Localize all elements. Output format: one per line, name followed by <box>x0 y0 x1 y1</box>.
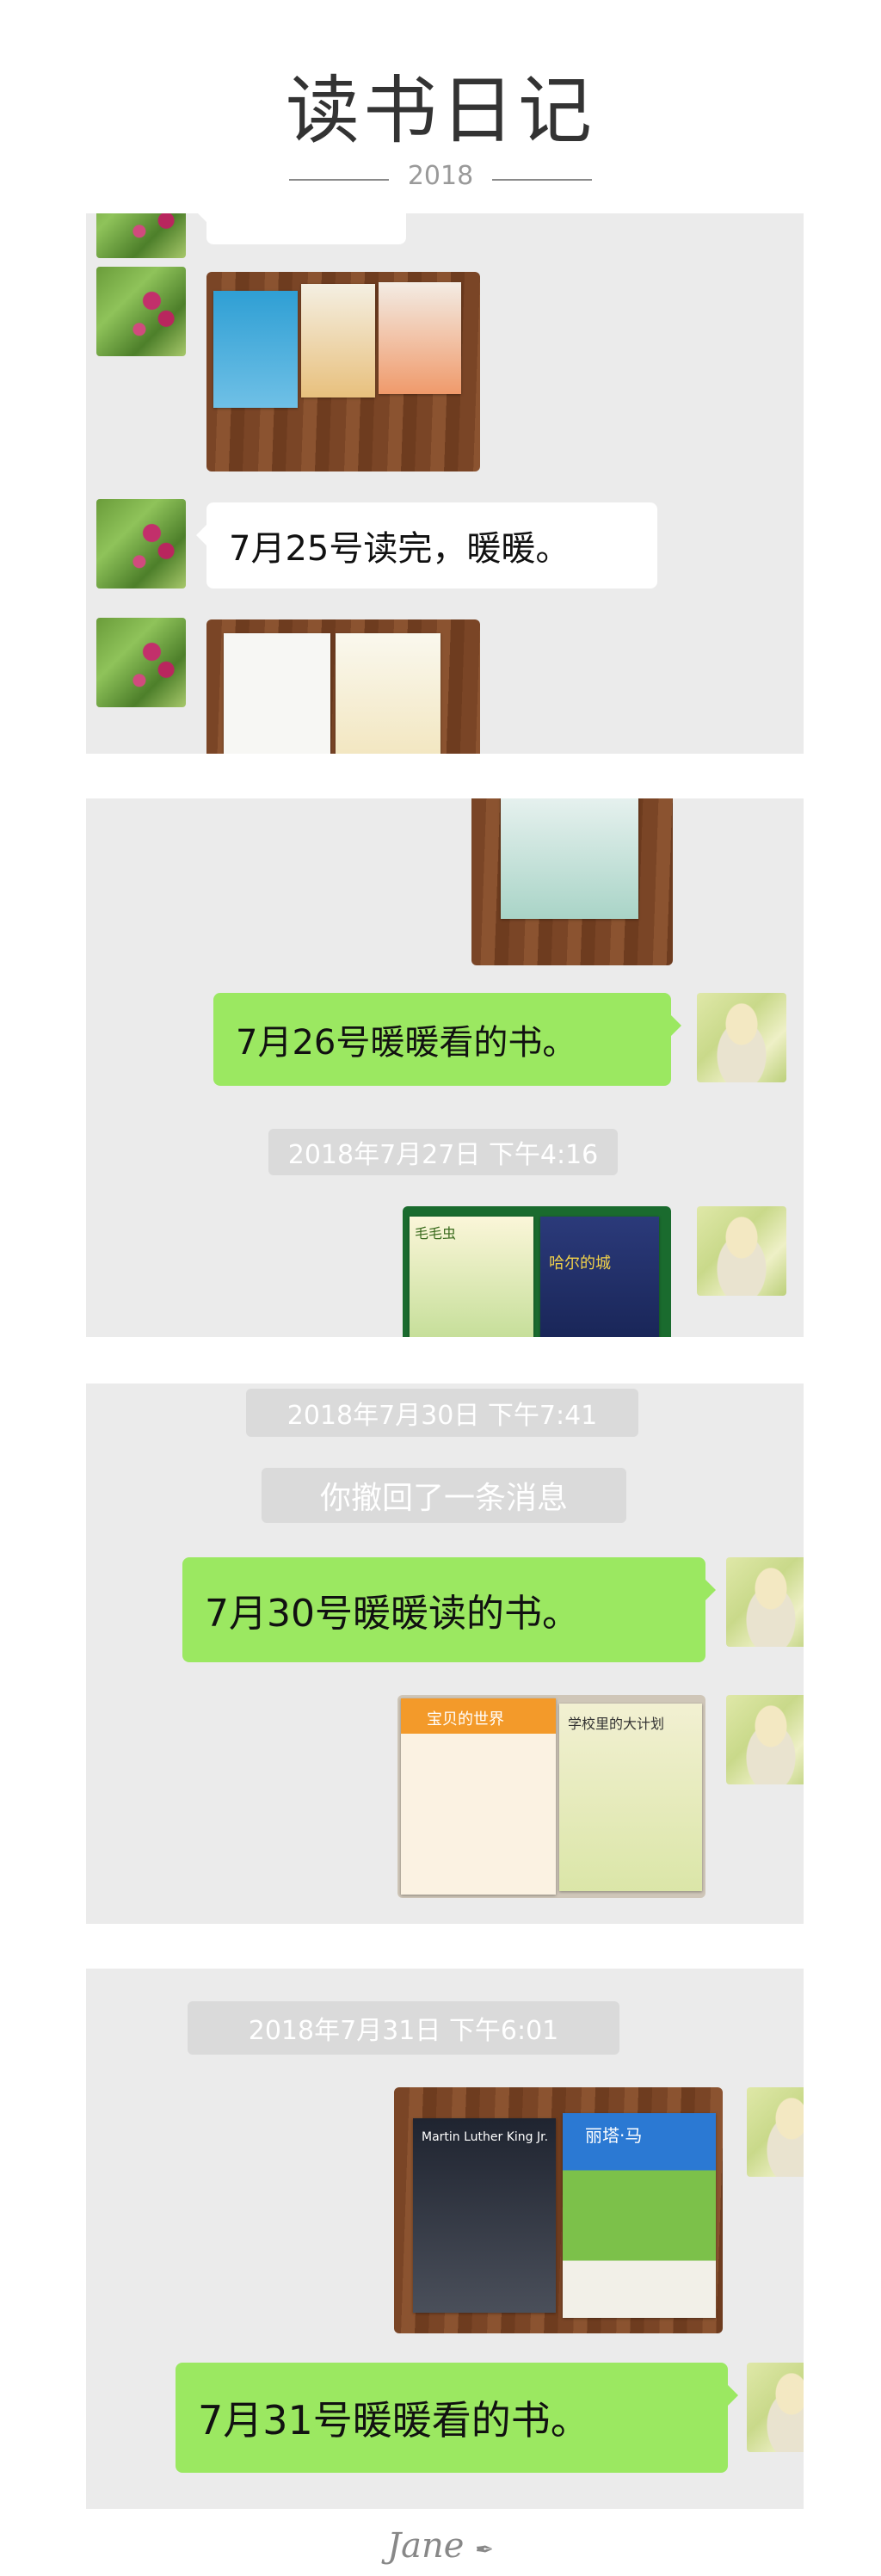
timestamp: 2018年7月31日 下午6:01 <box>188 2001 619 2055</box>
book-cover <box>301 284 375 397</box>
book-cover <box>501 798 638 919</box>
book-cover-title: 学校里的大计划 <box>568 1716 665 1732</box>
recalled-message-notice: 你撤回了一条消息 <box>262 1468 626 1523</box>
book-cover-title: Martin Luther King Jr. <box>422 2130 549 2144</box>
recalled-text: 你撤回了一条消息 <box>319 1481 568 1516</box>
book-cover <box>379 282 461 394</box>
pen-icon: ✒ <box>475 2537 494 2563</box>
author-signature: Jane ✒ <box>0 2526 881 2566</box>
book-cover: 毛毛虫 <box>410 1217 533 1337</box>
message-bubble[interactable]: 7月30号暖暖读的书。 <box>182 1557 716 1662</box>
message-text: 7月31号暖暖看的书。 <box>198 2397 590 2444</box>
avatar-girl[interactable] <box>747 2363 804 2452</box>
message-text: 7月30号暖暖读的书。 <box>205 1592 580 1636</box>
page-header: 读书日记 2018 <box>0 0 881 198</box>
message-bubble[interactable]: 7月25号读完，暖暖。 <box>196 502 657 589</box>
photo-books-6[interactable]: Martin Luther King Jr. 丽塔·马 <box>394 2087 723 2333</box>
avatar-flower[interactable] <box>96 499 186 589</box>
chat-card-2: 7月26号暖暖看的书。 2018年7月27日 下午4:16 毛毛虫 哈尔的城 <box>86 798 804 1337</box>
chat-card-3: 2018年7月30日 下午7:41 你撤回了一条消息 7月30号暖暖读的书。 宝… <box>86 1384 804 1924</box>
avatar-girl[interactable] <box>726 1695 804 1784</box>
timestamp: 2018年7月30日 下午7:41 <box>246 1389 638 1437</box>
book-cover <box>224 633 330 754</box>
book-cover-title: 宝贝的世界 <box>427 1710 504 1729</box>
book-cover-title: 哈尔的城 <box>549 1254 611 1273</box>
timestamp: 2018年7月27日 下午4:16 <box>268 1129 618 1175</box>
photo-books-2[interactable] <box>206 619 480 754</box>
year-divider-right <box>492 179 592 181</box>
book-cover: 丽塔·马 <box>563 2113 716 2318</box>
message-bubble[interactable]: 7月31号暖暖看的书。 <box>176 2363 738 2473</box>
chat-card-1: 7月25号读完，暖暖。 <box>86 213 804 754</box>
book-cover: 宝贝的世界 <box>401 1698 556 1895</box>
message-bubble[interactable]: 7月26号暖暖看的书。 <box>213 993 681 1086</box>
message-text: 7月26号暖暖看的书。 <box>236 1023 577 1063</box>
avatar-girl[interactable] <box>697 993 786 1082</box>
photo-books-1[interactable] <box>206 272 480 471</box>
year-label: 2018 <box>407 161 474 191</box>
photo-books-5[interactable]: 宝贝的世界 学校里的大计划 <box>397 1695 705 1898</box>
message-text: 7月25号读完，暖暖。 <box>229 529 570 569</box>
timestamp-text: 2018年7月30日 下午7:41 <box>286 1401 598 1431</box>
message-bubble-partial[interactable] <box>196 213 406 244</box>
page-title: 读书日记 <box>286 68 595 154</box>
book-cover: 学校里的大计划 <box>559 1704 702 1891</box>
photo-books-3[interactable] <box>471 798 673 965</box>
book-cover: Martin Luther King Jr. <box>413 2118 556 2313</box>
book-cover <box>336 633 440 754</box>
timestamp-text: 2018年7月31日 下午6:01 <box>248 2016 559 2046</box>
avatar-flower[interactable] <box>96 267 186 356</box>
signature-text: Jane <box>387 2526 465 2566</box>
avatar-girl[interactable] <box>726 1557 804 1647</box>
avatar-girl[interactable] <box>747 2087 804 2177</box>
chat-card-4: 2018年7月31日 下午6:01 Martin Luther King Jr.… <box>86 1969 804 2509</box>
avatar-flower[interactable] <box>96 618 186 707</box>
avatar-flower[interactable] <box>96 213 186 258</box>
book-cover-title: 毛毛虫 <box>415 1225 457 1242</box>
book-cover <box>213 291 298 408</box>
avatar-girl[interactable] <box>697 1206 786 1296</box>
timestamp-text: 2018年7月27日 下午4:16 <box>287 1140 599 1170</box>
book-cover-title: 丽塔·马 <box>585 2125 643 2146</box>
book-cover: 哈尔的城 <box>540 1217 659 1337</box>
photo-books-4[interactable]: 毛毛虫 哈尔的城 <box>403 1206 671 1337</box>
